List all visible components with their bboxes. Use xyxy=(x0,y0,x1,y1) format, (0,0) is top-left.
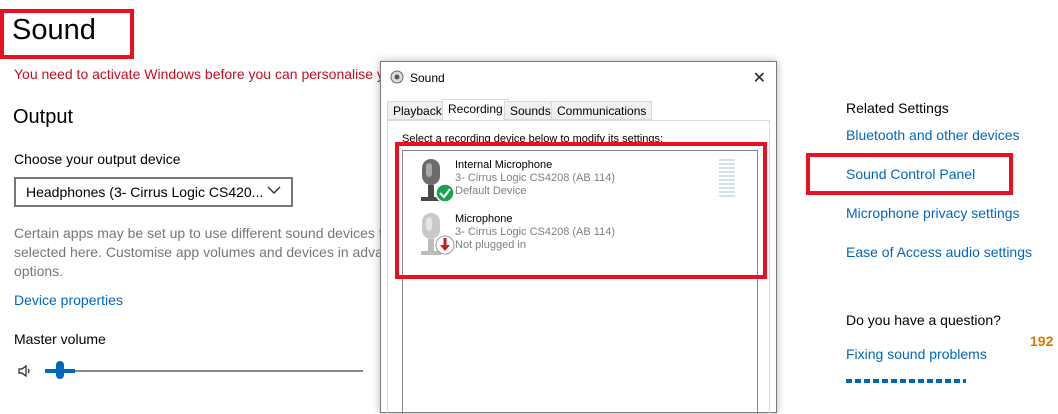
page-title-highlight xyxy=(0,9,134,59)
tab-sounds[interactable]: Sounds xyxy=(504,101,557,120)
output-description: Certain apps may be set up to use differ… xyxy=(14,224,380,281)
output-device-value: Headphones (3- Cirrus Logic CS420... xyxy=(26,184,264,200)
close-icon[interactable]: ✕ xyxy=(753,68,766,88)
cut-off-help-link[interactable] xyxy=(846,375,966,383)
ease-of-access-audio-link[interactable]: Ease of Access audio settings xyxy=(846,244,1032,260)
speaker-icon xyxy=(390,70,404,84)
tab-recording[interactable]: Recording xyxy=(442,99,509,121)
bluetooth-link[interactable]: Bluetooth and other devices xyxy=(846,127,1020,143)
sound-control-panel-highlight xyxy=(806,153,1013,195)
master-volume-track[interactable] xyxy=(45,370,363,372)
tab-playback[interactable]: Playback xyxy=(387,101,448,120)
fixing-sound-problems-link[interactable]: Fixing sound problems xyxy=(846,346,987,362)
master-volume-label: Master volume xyxy=(14,331,106,347)
microphone-privacy-link[interactable]: Microphone privacy settings xyxy=(846,205,1020,221)
device-properties-link[interactable]: Device properties xyxy=(14,292,123,308)
tab-communications[interactable]: Communications xyxy=(551,101,653,120)
description-line: Certain apps may be set up to use differ… xyxy=(14,225,380,241)
question-heading: Do you have a question? xyxy=(846,312,1001,328)
device-list-highlight xyxy=(395,142,767,279)
activation-warning: You need to activate Windows before you … xyxy=(14,66,384,82)
related-settings-heading: Related Settings xyxy=(846,100,949,116)
description-line: options. xyxy=(14,263,64,279)
output-heading: Output xyxy=(13,106,74,128)
master-volume-thumb[interactable] xyxy=(56,361,64,379)
choose-output-label: Choose your output device xyxy=(14,151,181,167)
dialog-title: Sound xyxy=(410,71,445,85)
overflow-number: 192 xyxy=(1030,333,1054,349)
description-line: selected here. Customise app volumes and… xyxy=(14,244,380,260)
speaker-icon[interactable] xyxy=(17,363,33,379)
output-device-dropdown[interactable]: Headphones (3- Cirrus Logic CS420... xyxy=(14,177,293,207)
chevron-down-icon xyxy=(267,186,281,194)
